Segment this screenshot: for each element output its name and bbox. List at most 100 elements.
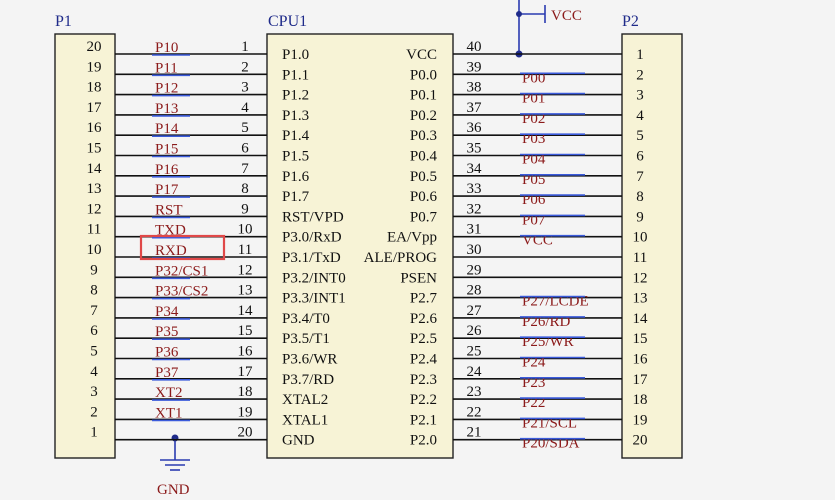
p1-pin-number: 11 <box>87 222 101 238</box>
cpu-left-pin-number: 6 <box>241 141 249 157</box>
cpu-right-pin-number: 25 <box>467 344 482 360</box>
cpu-right-pin-name: P2.6 <box>410 311 438 327</box>
left-net-label: RXD <box>155 243 187 259</box>
left-net-label: P12 <box>155 81 178 97</box>
cpu-right-pin-name: P2.5 <box>410 331 437 347</box>
cpu-right-pin-number: 22 <box>467 404 482 420</box>
cpu-right-pin-number: 21 <box>467 425 482 441</box>
left-net-label: RST <box>155 202 183 218</box>
p2-pin-number: 4 <box>636 108 644 124</box>
cpu-left-pin-number: 15 <box>238 323 253 339</box>
cpu-right-pin-name: VCC <box>406 47 437 63</box>
cpu-right-pin-name: P0.1 <box>410 88 437 104</box>
vcc-label: VCC <box>551 8 582 24</box>
cpu-left-pin-number: 10 <box>238 222 253 238</box>
cpu-left-pin-name: P1.6 <box>282 169 310 185</box>
gnd-label: GND <box>157 482 190 498</box>
cpu-left-pin-name: P1.0 <box>282 47 309 63</box>
p2-pin-number: 12 <box>633 270 648 286</box>
cpu-left-pin-name: P1.2 <box>282 88 309 104</box>
left-net-label: P16 <box>155 162 179 178</box>
p1-pin-number: 20 <box>87 39 102 55</box>
cpu-left-pin-number: 4 <box>241 100 249 116</box>
cpu-left-pin-number: 18 <box>238 384 253 400</box>
p1-pin-number: 2 <box>90 404 98 420</box>
p1-pin-number: 16 <box>87 120 103 136</box>
cpu-right-pin-number: 26 <box>467 323 483 339</box>
cpu-right-pin-name: ALE/PROG <box>364 250 438 266</box>
cpu-label: CPU1 <box>268 13 307 30</box>
p2-connector-body <box>621 33 683 459</box>
cpu-right-pin-number: 37 <box>467 100 483 116</box>
p1-connector-body <box>54 33 116 459</box>
cpu-right-pin-number: 39 <box>467 59 482 75</box>
p1-pin-number: 5 <box>90 344 98 360</box>
cpu-left-pin-number: 14 <box>238 303 254 319</box>
cpu-right-pin-number: 36 <box>467 120 483 136</box>
p1-pin-number: 4 <box>90 364 98 380</box>
p2-pin-number: 2 <box>636 67 644 83</box>
cpu-left-pin-number: 11 <box>238 242 252 258</box>
cpu-left-pin-number: 5 <box>241 120 249 136</box>
cpu-left-pin-name: XTAL2 <box>282 392 328 408</box>
p1-label: P1 <box>55 13 72 30</box>
p2-pin-number: 9 <box>636 209 644 225</box>
cpu-left-pin-number: 17 <box>238 364 254 380</box>
cpu-left-pin-number: 20 <box>238 425 253 441</box>
cpu-right-pin-name: PSEN <box>400 270 437 286</box>
left-net-label: P36 <box>155 345 179 361</box>
left-net-label: P11 <box>155 60 178 76</box>
cpu-left-pin-name: P1.3 <box>282 108 309 124</box>
cpu-right-pin-name: EA/Vpp <box>387 230 437 246</box>
cpu-right-pin-name: P2.0 <box>410 433 437 449</box>
cpu-left-pin-name: P3.2/INT0 <box>282 270 346 286</box>
cpu-left-pin-name: P1.5 <box>282 149 309 165</box>
cpu-right-pin-number: 40 <box>467 39 482 55</box>
cpu-right-pin-number: 30 <box>467 242 482 258</box>
p2-pin-number: 10 <box>633 230 648 246</box>
cpu-right-pin-name: P0.6 <box>410 189 438 205</box>
p1-pin-number: 15 <box>87 141 102 157</box>
p1-pin-number: 9 <box>90 262 98 278</box>
cpu-right-pin-number: 27 <box>467 303 483 319</box>
p2-pin-number: 1 <box>636 47 644 63</box>
left-net-label: P34 <box>155 304 179 320</box>
cpu-left-pin-number: 16 <box>238 344 254 360</box>
p2-pin-number: 14 <box>633 311 649 327</box>
p1-pin-number: 19 <box>87 59 102 75</box>
p2-label: P2 <box>622 13 639 30</box>
cpu-left-pin-number: 13 <box>238 283 253 299</box>
p2-pin-number: 5 <box>636 128 644 144</box>
left-net-label: P33/CS2 <box>155 284 208 300</box>
cpu-left-pin-name: P3.5/T1 <box>282 331 330 347</box>
cpu-left-pin-name: XTAL1 <box>282 412 328 428</box>
cpu-left-pin-number: 1 <box>241 39 249 55</box>
p2-pin-number: 20 <box>633 433 648 449</box>
cpu-left-pin-name: GND <box>282 433 315 449</box>
cpu-right-pin-number: 29 <box>467 262 482 278</box>
left-net-label: XT2 <box>155 385 183 401</box>
p2-pin-number: 6 <box>636 149 644 165</box>
cpu-left-pin-number: 2 <box>241 59 249 75</box>
cpu-right-pin-number: 38 <box>467 80 482 96</box>
cpu-right-pin-name: P0.5 <box>410 169 437 185</box>
p1-pin-number: 1 <box>90 425 98 441</box>
p1-pin-number: 13 <box>87 181 102 197</box>
cpu-right-pin-name: P0.7 <box>410 209 438 225</box>
p2-pin-number: 17 <box>633 372 649 388</box>
cpu-right-pin-number: 35 <box>467 141 482 157</box>
cpu-left-pin-name: P1.4 <box>282 128 310 144</box>
gnd-symbol: GND <box>157 434 190 498</box>
left-net-label: P35 <box>155 324 178 340</box>
cpu-right-pin-name: P0.4 <box>410 149 438 165</box>
cpu-right-pin-name: P2.7 <box>410 291 438 307</box>
p1-pin-number: 8 <box>90 283 98 299</box>
p2-pin-number: 8 <box>636 189 644 205</box>
p2-pin-number: 13 <box>633 291 648 307</box>
cpu-left-pin-name: P3.0/RxD <box>282 230 342 246</box>
cpu-left-pin-number: 7 <box>241 161 249 177</box>
p1-pin-number: 18 <box>87 80 102 96</box>
p1-pin-number: 12 <box>87 201 102 217</box>
p2-pin-number: 11 <box>633 250 647 266</box>
left-net-label: P17 <box>155 182 179 198</box>
